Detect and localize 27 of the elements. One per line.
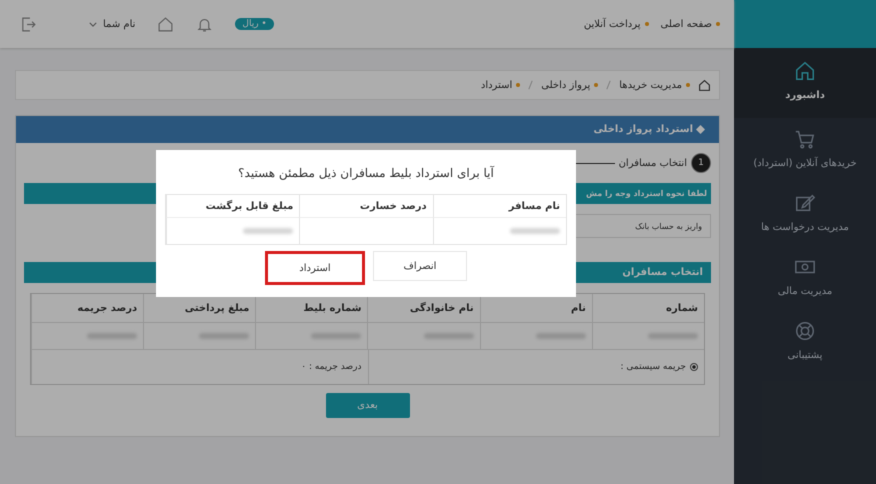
dialog-button[interactable]: انصراف [373, 251, 467, 281]
column-header: درصد جریمه [30, 294, 144, 323]
dialog-button[interactable]: استرداد [265, 251, 365, 285]
section-title: انتخاب مسافران [622, 267, 703, 278]
dialog-question: آیا برای استرداد بلیط مسافران ذیل مطمئن هستید؟ [238, 166, 494, 180]
sidebar-item[interactable]: مدیریت درخواست ها [734, 182, 876, 246]
panel-title: استرداد پرواز داخلی [593, 124, 693, 135]
breadcrumb-item[interactable]: پرواز داخلی [541, 80, 598, 90]
sidebar-item[interactable]: داشبورد [734, 48, 876, 118]
column-header: نام مسافر [432, 195, 566, 218]
sidebar-item[interactable]: مدیریت مالی [734, 246, 876, 310]
section-title: لطفا نحوه استرداد وجه را مش [586, 189, 707, 198]
penalty-percent: درصد جریمه : ۰ [301, 362, 362, 372]
breadcrumb-item[interactable]: مدیریت خریدها [619, 80, 690, 90]
nav-link[interactable]: پرداخت آنلاین [584, 18, 649, 30]
column-header: درصد خسارت [299, 195, 433, 218]
sidebar-item[interactable]: خریدهای آنلاین (استرداد) [734, 118, 876, 182]
breadcrumb-item[interactable]: استرداد [480, 80, 520, 90]
radio-label: جریمه سیستمی : [620, 362, 686, 372]
currency-badge: • ریال [235, 18, 274, 30]
user-menu[interactable]: نام شما [103, 18, 136, 30]
nav-link[interactable]: صفحه اصلی [660, 18, 720, 30]
column-header: مبلغ قابل برگشت [166, 195, 300, 218]
column-header: شماره [592, 294, 704, 323]
sidebar-item[interactable]: پشتیبانی [734, 310, 876, 374]
step-label: انتخاب مسافران [618, 158, 687, 168]
step-number: 1 [691, 153, 711, 173]
